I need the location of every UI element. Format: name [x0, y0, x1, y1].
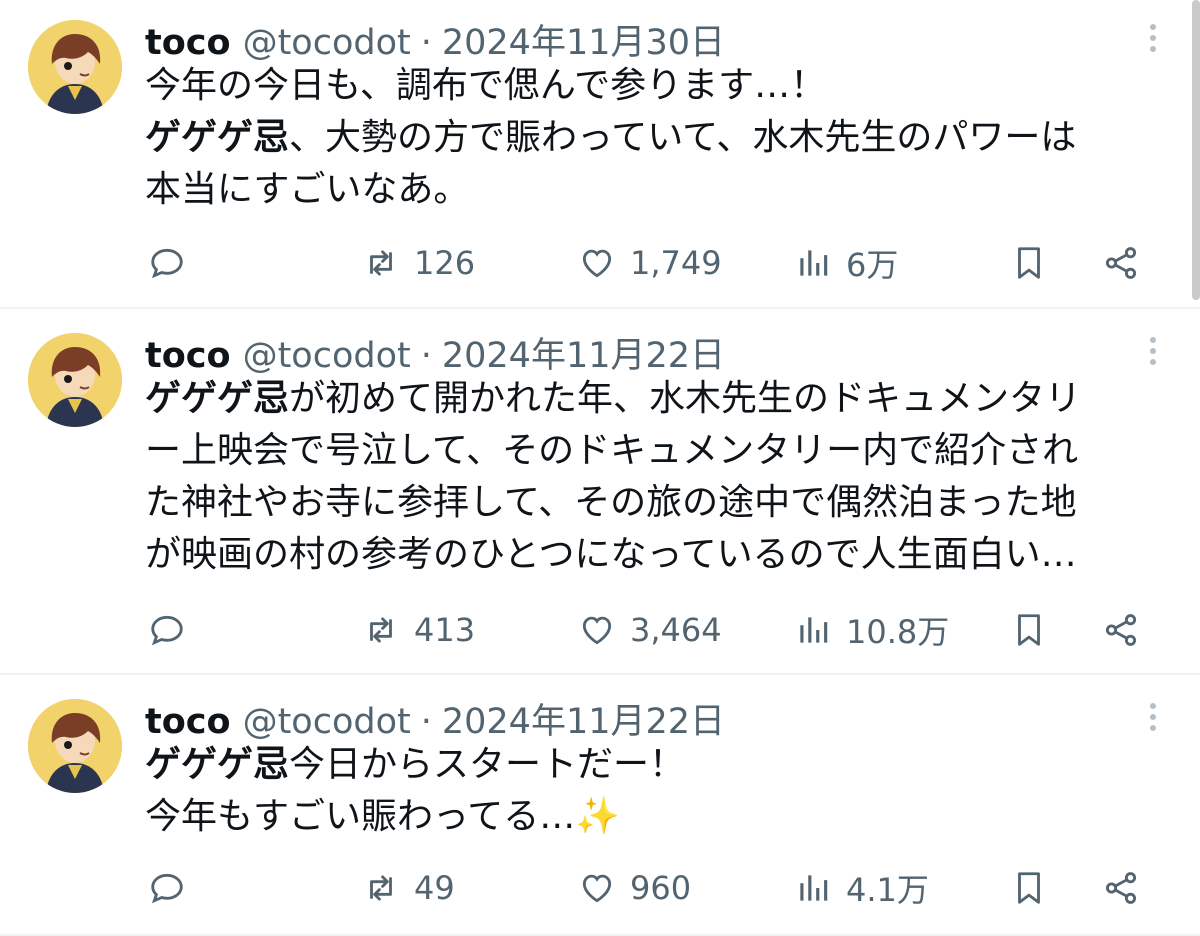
- retweet-button[interactable]: 413: [362, 605, 475, 655]
- tweet-line: た神社やお寺に参拝して、その旅の途中で偶然泊まった地: [145, 482, 1077, 523]
- share-button[interactable]: [1102, 238, 1154, 288]
- heart-icon: [578, 244, 616, 282]
- retweet-count: 49: [414, 869, 455, 907]
- reply-button[interactable]: [148, 238, 200, 288]
- reply-button[interactable]: [148, 863, 200, 913]
- avatar[interactable]: [28, 699, 122, 793]
- reply-icon: [148, 869, 186, 907]
- tweet-line: 今年の今日も、調布で偲んで参ります…！: [145, 65, 827, 106]
- avatar[interactable]: [28, 333, 122, 427]
- more-icon[interactable]: [1140, 697, 1166, 737]
- bookmark-button[interactable]: [1010, 238, 1062, 288]
- like-count: 3,464: [630, 611, 722, 649]
- tweet-line: 今年もすごい賑わってる…✨: [145, 791, 1175, 843]
- views-button[interactable]: 6万: [794, 238, 898, 288]
- hashtag-text: ゲゲゲ忌: [145, 117, 290, 158]
- tweet-text: ゲゲゲ忌今日からスタートだー！ 今年もすごい賑わってる…✨: [145, 739, 1175, 843]
- sparkle-emoji: ✨: [575, 796, 621, 837]
- tweet-line: ゲゲゲ忌が初めて開かれた年、水木先生のドキュメンタリ: [145, 373, 1175, 425]
- bookmark-icon: [1010, 611, 1048, 649]
- retweet-icon: [362, 869, 400, 907]
- action-bar: 49 960 4.1万: [0, 863, 1200, 913]
- views-icon: [794, 611, 832, 649]
- tweet-line-rest: 今日からスタートだー！: [289, 744, 686, 785]
- like-count: 1,749: [630, 244, 722, 282]
- tweet-line: が映画の村の参考のひとつになっているので人生面白い…: [145, 534, 1077, 575]
- share-icon: [1102, 611, 1140, 649]
- retweet-count: 126: [414, 244, 476, 282]
- tweet-date[interactable]: 2024年11月22日: [442, 327, 725, 378]
- view-count: 4.1万: [846, 871, 929, 909]
- action-bar: 413 3,464 10.8万: [0, 605, 1200, 655]
- share-icon: [1102, 869, 1140, 907]
- bookmark-icon: [1010, 869, 1048, 907]
- tweet-line: ゲゲゲ忌、大勢の方で賑わっていて、水木先生のパワーは: [145, 112, 1175, 164]
- view-count: 10.8万: [846, 613, 950, 651]
- like-button[interactable]: 960: [578, 863, 691, 913]
- heart-icon: [578, 869, 616, 907]
- tweet[interactable]: toco @tocodot · 2024年11月22日 ゲゲゲ忌今日からスタート…: [0, 675, 1200, 936]
- views-icon: [794, 869, 832, 907]
- reply-button[interactable]: [148, 605, 200, 655]
- bookmark-button[interactable]: [1010, 605, 1062, 655]
- retweet-button[interactable]: 49: [362, 863, 455, 913]
- like-button[interactable]: 1,749: [578, 238, 722, 288]
- tweet-line: ゲゲゲ忌今日からスタートだー！: [145, 739, 1175, 791]
- separator: ·: [420, 336, 432, 376]
- tweet-text: 今年の今日も、調布で偲んで参ります…！ ゲゲゲ忌、大勢の方で賑わっていて、水木先…: [145, 60, 1175, 216]
- display-name[interactable]: toco: [145, 336, 231, 376]
- share-button[interactable]: [1102, 863, 1154, 913]
- like-count: 960: [630, 869, 692, 907]
- hashtag-text: ゲゲゲ忌: [145, 744, 290, 785]
- retweet-button[interactable]: 126: [362, 238, 475, 288]
- tweet-line-rest: 、大勢の方で賑わっていて、水木先生のパワーは: [289, 117, 1077, 158]
- bookmark-button[interactable]: [1010, 863, 1062, 913]
- retweet-count: 413: [414, 611, 476, 649]
- like-button[interactable]: 3,464: [578, 605, 722, 655]
- reply-icon: [148, 244, 186, 282]
- avatar[interactable]: [28, 20, 122, 114]
- avatar-image: [28, 699, 122, 793]
- hashtag-text: ゲゲゲ忌: [145, 378, 290, 419]
- retweet-icon: [362, 611, 400, 649]
- user-handle[interactable]: @tocodot: [243, 23, 411, 63]
- user-handle[interactable]: @tocodot: [243, 702, 411, 742]
- user-handle[interactable]: @tocodot: [243, 336, 411, 376]
- tweet[interactable]: toco @tocodot · 2024年11月30日 今年の今日も、調布で偲ん…: [0, 0, 1200, 309]
- more-icon[interactable]: [1140, 18, 1166, 58]
- bookmark-icon: [1010, 244, 1048, 282]
- retweet-icon: [362, 244, 400, 282]
- tweet[interactable]: toco @tocodot · 2024年11月22日 ゲゲゲ忌が初めて開かれた…: [0, 309, 1200, 675]
- share-icon: [1102, 244, 1140, 282]
- views-button[interactable]: 4.1万: [794, 863, 929, 913]
- action-bar: 126 1,749 6万: [0, 238, 1200, 288]
- tweet-header: toco @tocodot · 2024年11月30日: [145, 14, 725, 63]
- tweet-line: 本当にすごいなあ。: [145, 169, 470, 210]
- separator: ·: [420, 23, 432, 63]
- tweet-line-text: 今年もすごい賑わってる…: [145, 796, 576, 837]
- tweet-header: toco @tocodot · 2024年11月22日: [145, 327, 725, 376]
- views-button[interactable]: 10.8万: [794, 605, 949, 655]
- tweet-date[interactable]: 2024年11月22日: [442, 693, 725, 744]
- tweet-text: ゲゲゲ忌が初めて開かれた年、水木先生のドキュメンタリ ー上映会で号泣して、そのド…: [145, 373, 1175, 581]
- tweet-line-rest: が初めて開かれた年、水木先生のドキュメンタリ: [289, 378, 1082, 419]
- share-button[interactable]: [1102, 605, 1154, 655]
- reply-icon: [148, 611, 186, 649]
- avatar-image: [28, 20, 122, 114]
- display-name[interactable]: toco: [145, 702, 231, 742]
- heart-icon: [578, 611, 616, 649]
- views-icon: [794, 244, 832, 282]
- tweet-date[interactable]: 2024年11月30日: [442, 14, 725, 65]
- display-name[interactable]: toco: [145, 23, 231, 63]
- avatar-image: [28, 333, 122, 427]
- separator: ·: [420, 702, 432, 742]
- more-icon[interactable]: [1140, 331, 1166, 371]
- tweet-header: toco @tocodot · 2024年11月22日: [145, 693, 725, 742]
- view-count: 6万: [846, 246, 899, 284]
- tweet-line: ー上映会で号泣して、そのドキュメンタリー内で紹介され: [145, 430, 1079, 471]
